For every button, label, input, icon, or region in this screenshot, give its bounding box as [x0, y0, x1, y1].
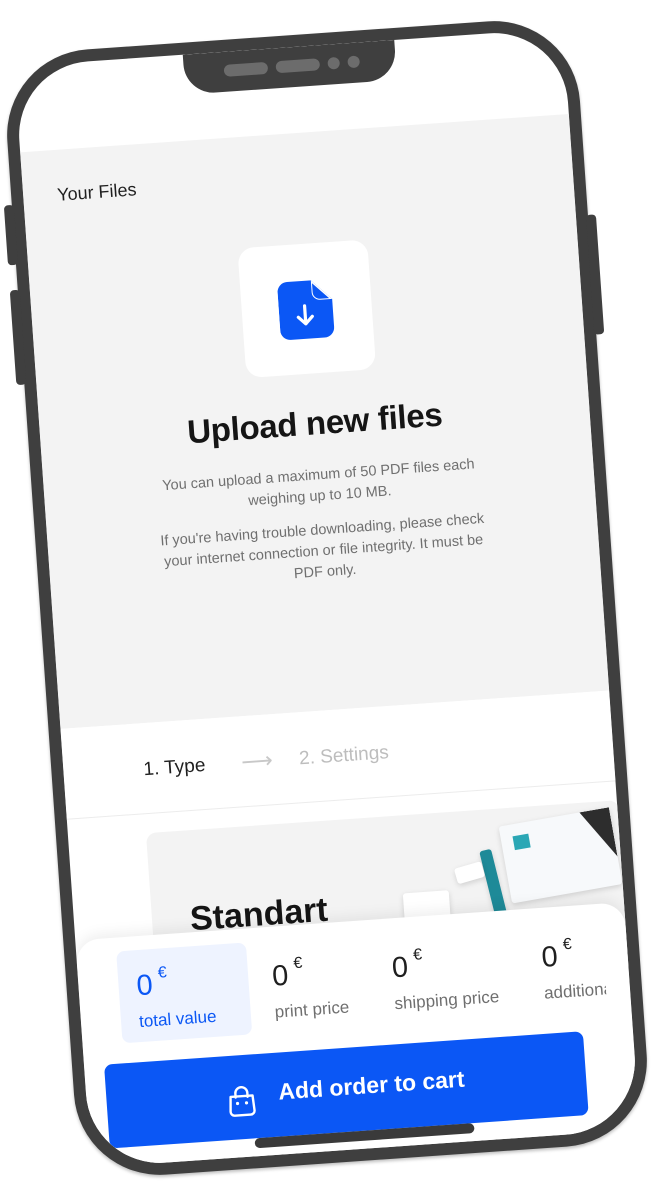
price-print-label: print price	[274, 997, 350, 1022]
price-additional-value: 0	[540, 940, 559, 974]
front-camera	[327, 56, 341, 70]
order-summary-bar: 0 € total value 0 € print price 0 € ship…	[75, 902, 640, 1168]
step-settings[interactable]: 2. Settings	[298, 742, 389, 770]
price-additional[interactable]: 0 € additiona	[521, 918, 608, 1015]
card-logo-mark	[512, 833, 531, 851]
price-total[interactable]: 0 € total value	[116, 942, 253, 1044]
price-additional-label: additiona	[543, 979, 608, 1003]
price-additional-currency: €	[562, 935, 573, 954]
price-print-currency: €	[292, 954, 303, 973]
upload-dropzone[interactable]: Your Files Upload new files You can uplo…	[20, 113, 610, 729]
business-card-back	[498, 807, 623, 904]
speaker-grille	[223, 61, 269, 77]
upload-button[interactable]	[237, 239, 377, 379]
price-print-value: 0	[271, 959, 290, 993]
price-print[interactable]: 0 € print price	[252, 933, 388, 1034]
price-total-label: total value	[138, 1006, 218, 1032]
phone-screen: Your Files Upload new files You can uplo…	[14, 28, 640, 1168]
price-shipping-value: 0	[390, 951, 410, 985]
arrow-right-icon: ⟶	[240, 747, 274, 775]
price-shipping-currency: €	[412, 946, 423, 964]
file-download-icon	[277, 277, 338, 348]
price-total-currency: €	[157, 964, 168, 982]
stage: Your Files Upload new files You can uplo…	[0, 0, 660, 1195]
sensor-bar	[275, 58, 321, 74]
section-title: Your Files	[56, 179, 138, 205]
sensor-dot	[347, 55, 361, 69]
upload-help-text: If you're having trouble downloading, pl…	[159, 510, 485, 583]
price-shipping[interactable]: 0 € shipping price	[372, 925, 508, 1026]
phone-mockup: Your Files Upload new files You can uplo…	[1, 15, 653, 1181]
price-total-value: 0	[135, 969, 154, 1003]
upload-title: Upload new files	[185, 395, 444, 451]
add-to-cart-label: Add order to cart	[277, 1065, 466, 1105]
price-shipping-label: shipping price	[393, 986, 500, 1014]
card-stripe	[579, 807, 617, 861]
upload-limit-text: You can upload a maximum of 50 PDF files…	[161, 456, 476, 510]
step-type[interactable]: 1. Type	[143, 755, 206, 781]
shopping-bag-icon	[226, 1084, 259, 1123]
business-card-front	[453, 861, 486, 885]
